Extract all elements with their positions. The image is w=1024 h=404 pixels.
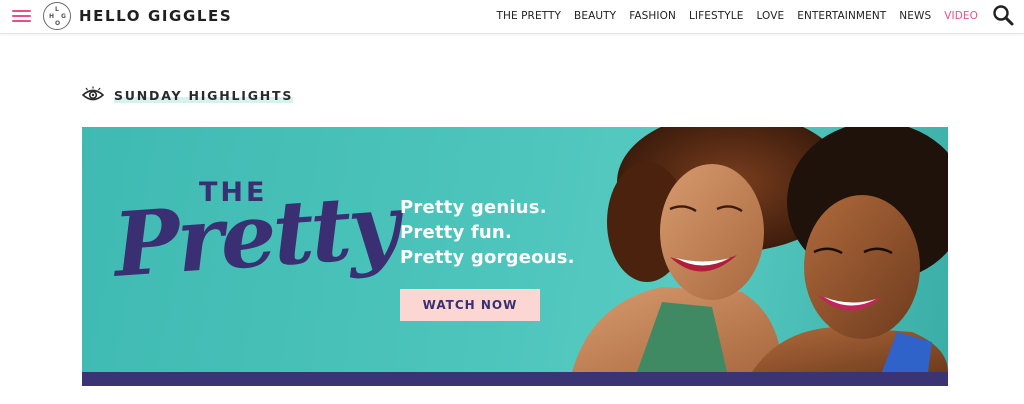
section-title: SUNDAY HIGHLIGHTS <box>114 87 294 103</box>
nav-item-entertainment[interactable]: ENTERTAINMENT <box>797 10 886 22</box>
brand-script-logo: Pretty <box>110 173 400 297</box>
tagline-line: Pretty fun. <box>400 222 512 243</box>
main-nav: THE PRETTY BEAUTY FASHION LIFESTYLE LOVE… <box>483 0 978 32</box>
laughing-women-photo <box>572 127 948 372</box>
nav-item-love[interactable]: LOVE <box>756 10 784 22</box>
nav-item-fashion[interactable]: FASHION <box>629 10 676 22</box>
top-navigation-bar: H G L O HELLO GIGGLES THE PRETTY BEAUTY … <box>0 0 1024 34</box>
tagline-line: Pretty gorgeous. <box>400 247 575 268</box>
tagline-line: Pretty genius. <box>400 197 547 218</box>
banner-bottom-stripe <box>82 372 948 386</box>
nav-item-beauty[interactable]: BEAUTY <box>574 10 616 22</box>
nav-item-lifestyle[interactable]: LIFESTYLE <box>689 10 744 22</box>
nav-item-the-pretty[interactable]: THE PRETTY <box>496 10 561 22</box>
watch-now-button[interactable]: WATCH NOW <box>400 289 540 321</box>
site-logo[interactable]: H G L O HELLO GIGGLES <box>43 2 232 30</box>
hamburger-menu-icon[interactable] <box>12 9 31 24</box>
logo-text: HELLO GIGGLES <box>79 7 233 25</box>
tagline-block: Pretty genius. Pretty fun. Pretty gorgeo… <box>400 195 575 270</box>
nav-item-news[interactable]: NEWS <box>899 10 931 22</box>
the-pretty-promo-banner[interactable]: THE Pretty Pretty genius. Pretty fun. Pr… <box>82 127 948 386</box>
search-icon[interactable] <box>992 4 1014 26</box>
logo-badge-icon: H G L O <box>43 2 71 30</box>
section-header: SUNDAY HIGHLIGHTS <box>82 85 294 105</box>
eye-icon <box>82 86 104 101</box>
nav-item-video[interactable]: VIDEO <box>944 10 978 22</box>
